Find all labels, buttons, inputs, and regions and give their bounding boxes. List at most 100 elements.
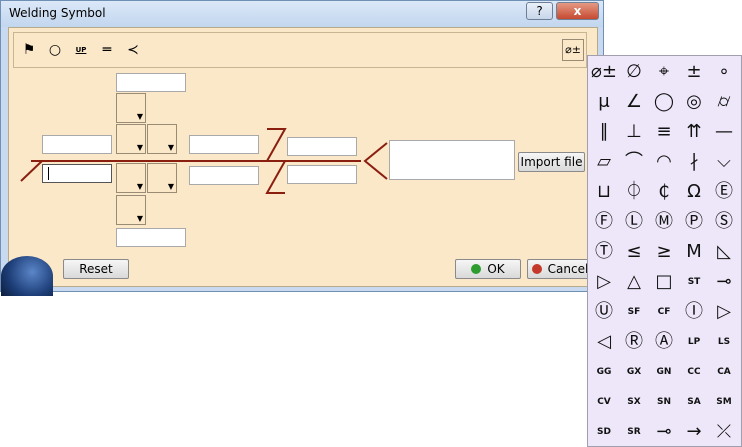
lower-middle-field[interactable] <box>189 166 259 185</box>
palette-symbol-3-2-icon[interactable]: ◠ <box>650 148 678 176</box>
palette-symbol-9-0-icon[interactable]: ◁ <box>590 328 618 356</box>
palette-symbol-8-3-icon[interactable]: Ⓘ <box>680 298 708 326</box>
palette-symbol-8-4-icon[interactable]: ▷ <box>710 298 738 326</box>
palette-symbol-7-1-icon[interactable]: △ <box>620 268 648 296</box>
palette-symbol-1-1-icon[interactable]: ∠ <box>620 88 648 116</box>
palette-symbol-12-3-icon[interactable]: → <box>680 418 708 446</box>
help-button[interactable]: ? <box>526 2 553 20</box>
logo-globe <box>1 256 53 296</box>
palette-symbol-7-4-icon[interactable]: ⊸ <box>710 268 738 296</box>
palette-symbol-5-4-icon[interactable]: Ⓢ <box>710 208 738 236</box>
palette-symbol-3-0-icon[interactable]: ▱ <box>590 148 618 176</box>
palette-symbol-4-2-icon[interactable]: ₵ <box>650 178 678 206</box>
palette-symbol-6-1-icon[interactable]: ≤ <box>620 238 648 266</box>
palette-symbol-7-0-icon[interactable]: ▷ <box>590 268 618 296</box>
ok-label: OK <box>487 262 505 276</box>
dropdown-arrow-icon: ▼ <box>136 112 143 121</box>
palette-symbol-11-0-icon[interactable]: CV <box>590 388 618 416</box>
palette-symbol-10-2-icon[interactable]: GN <box>650 358 678 386</box>
upper-left-field[interactable] <box>42 135 112 154</box>
palette-symbol-2-1-icon[interactable]: ⊥ <box>620 118 648 146</box>
lower-symbol-combo-left[interactable]: ▼ <box>116 163 146 193</box>
cancel-icon <box>531 264 542 274</box>
palette-symbol-6-3-icon[interactable]: M <box>680 238 708 266</box>
palette-symbol-6-0-icon[interactable]: Ⓣ <box>590 238 618 266</box>
upper-right-field[interactable] <box>287 137 357 156</box>
palette-symbol-9-2-icon[interactable]: Ⓐ <box>650 328 678 356</box>
dialog-body: ⚑ ○ UP ═ ≺ ⌀± ▼ ▼ ▼ ▼ ▼ ▼ Import file Re… <box>1 27 598 296</box>
ok-button[interactable]: OK <box>455 259 521 279</box>
palette-symbol-10-1-icon[interactable]: GX <box>620 358 648 386</box>
palette-symbol-6-2-icon[interactable]: ≥ <box>650 238 678 266</box>
reset-button[interactable]: Reset <box>63 259 129 279</box>
palette-symbol-0-4-icon[interactable]: ∘ <box>710 58 738 86</box>
palette-symbol-1-0-icon[interactable]: μ <box>590 88 618 116</box>
palette-symbol-5-2-icon[interactable]: Ⓜ <box>650 208 678 236</box>
top-text-field[interactable] <box>116 73 186 92</box>
dropdown-arrow-icon: ▼ <box>136 143 143 152</box>
dropdown-arrow-icon: ▼ <box>136 182 143 191</box>
palette-symbol-0-1-icon[interactable]: ∅ <box>620 58 648 86</box>
dropdown-arrow-icon: ▼ <box>136 214 143 223</box>
import-file-button[interactable]: Import file <box>518 152 585 172</box>
palette-symbol-2-4-icon[interactable]: — <box>710 118 738 146</box>
upper-symbol-combo-left[interactable]: ▼ <box>116 124 146 154</box>
upper-middle-field[interactable] <box>189 135 259 154</box>
palette-symbol-0-2-icon[interactable]: ⌖ <box>650 58 678 86</box>
bottom-text-field[interactable] <box>116 228 186 247</box>
palette-symbol-11-1-icon[interactable]: SX <box>620 388 648 416</box>
lower-right-field[interactable] <box>287 165 357 184</box>
palette-symbol-9-1-icon[interactable]: Ⓡ <box>620 328 648 356</box>
palette-symbol-5-0-icon[interactable]: Ⓕ <box>590 208 618 236</box>
palette-symbol-6-4-icon[interactable]: ◺ <box>710 238 738 266</box>
palette-symbol-8-2-icon[interactable]: CF <box>650 298 678 326</box>
top-symbol-combo[interactable]: ▼ <box>116 93 146 123</box>
palette-symbol-0-3-icon[interactable]: ± <box>680 58 708 86</box>
palette-symbol-7-3-icon[interactable]: ST <box>680 268 708 296</box>
palette-symbol-1-3-icon[interactable]: ◎ <box>680 88 708 116</box>
palette-symbol-9-3-icon[interactable]: LP <box>680 328 708 356</box>
palette-symbol-11-2-icon[interactable]: SN <box>650 388 678 416</box>
welding-symbol-dialog: Welding Symbol ? x ⚑ ○ UP ═ ≺ ⌀± ▼ ▼ ▼ ▼… <box>0 0 604 296</box>
palette-symbol-4-1-icon[interactable]: ⏀ <box>620 178 648 206</box>
close-button[interactable]: x <box>556 2 599 20</box>
palette-symbol-0-0-icon[interactable]: ⌀± <box>590 58 618 86</box>
palette-symbol-4-0-icon[interactable]: ⊔ <box>590 178 618 206</box>
palette-symbol-5-3-icon[interactable]: Ⓟ <box>680 208 708 236</box>
cancel-label: Cancel <box>547 262 589 276</box>
palette-symbol-8-1-icon[interactable]: SF <box>620 298 648 326</box>
palette-symbol-1-2-icon[interactable]: ◯ <box>650 88 678 116</box>
palette-symbol-8-0-icon[interactable]: Ⓤ <box>590 298 618 326</box>
palette-symbol-10-3-icon[interactable]: CC <box>680 358 708 386</box>
window-title: Welding Symbol <box>9 6 106 20</box>
lower-symbol-combo-right[interactable]: ▼ <box>147 163 177 193</box>
palette-symbol-3-3-icon[interactable]: ∤ <box>680 148 708 176</box>
palette-symbol-5-1-icon[interactable]: Ⓛ <box>620 208 648 236</box>
symbol-palette: ⌀± ∅ ⌖ ± ∘ μ ∠ ◯ ◎ ⌭ ∥ ⊥ ≡ ⇈ — ▱ ⌒ ◠ ∤ ⌵ ⊔ ⏀ ₵ Ω Ⓔ Ⓕ Ⓛ Ⓜ Ⓟ Ⓢ Ⓣ ≤ ≥ M ◺ ▷ △ □ S… <box>587 55 742 447</box>
tail-text-area[interactable] <box>389 140 515 180</box>
palette-symbol-3-1-icon[interactable]: ⌒ <box>620 148 648 176</box>
palette-symbol-1-4-icon[interactable]: ⌭ <box>710 88 738 116</box>
palette-symbol-4-3-icon[interactable]: Ω <box>680 178 708 206</box>
lower-left-field[interactable] <box>42 164 112 183</box>
bottom-symbol-combo[interactable]: ▼ <box>116 195 146 225</box>
palette-symbol-12-0-icon[interactable]: SD <box>590 418 618 446</box>
palette-symbol-9-4-icon[interactable]: LS <box>710 328 738 356</box>
palette-symbol-11-3-icon[interactable]: SA <box>680 388 708 416</box>
palette-symbol-12-1-icon[interactable]: SR <box>620 418 648 446</box>
palette-symbol-3-4-icon[interactable]: ⌵ <box>710 148 738 176</box>
palette-symbol-10-0-icon[interactable]: GG <box>590 358 618 386</box>
palette-symbol-10-4-icon[interactable]: CA <box>710 358 738 386</box>
palette-symbol-2-2-icon[interactable]: ≡ <box>650 118 678 146</box>
upper-symbol-combo-right[interactable]: ▼ <box>147 124 177 154</box>
palette-symbol-7-2-icon[interactable]: □ <box>650 268 678 296</box>
cancel-button[interactable]: Cancel <box>527 259 593 279</box>
palette-symbol-12-2-icon[interactable]: ⊸ <box>650 418 678 446</box>
palette-symbol-2-0-icon[interactable]: ∥ <box>590 118 618 146</box>
title-bar: Welding Symbol ? x <box>1 1 603 27</box>
palette-symbol-2-3-icon[interactable]: ⇈ <box>680 118 708 146</box>
palette-symbol-4-4-icon[interactable]: Ⓔ <box>710 178 738 206</box>
ok-icon <box>471 264 482 274</box>
palette-symbol-11-4-icon[interactable]: SM <box>710 388 738 416</box>
palette-symbol-12-4-icon[interactable]: ⤫ <box>710 418 738 446</box>
